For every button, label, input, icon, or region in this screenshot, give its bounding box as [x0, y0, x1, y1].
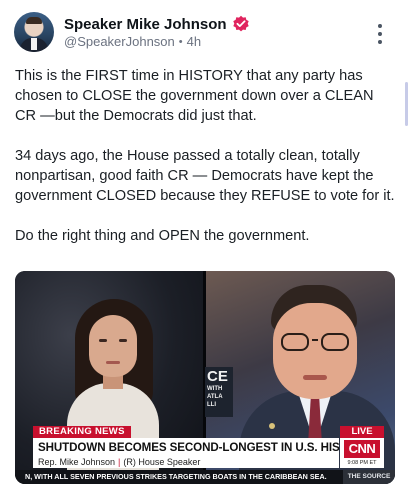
- backdrop-sign: CE WITH ATLA LLI: [205, 367, 233, 417]
- scrollbar-thumb[interactable]: [405, 82, 408, 126]
- guest-face: [273, 303, 357, 399]
- anchor-eye: [99, 339, 107, 342]
- meta-separator: •: [178, 35, 183, 48]
- anchor-mouth: [106, 361, 120, 364]
- broadcast-time: 9:08 PM ET: [347, 460, 377, 466]
- guest-name: Rep. Mike Johnson: [38, 457, 116, 467]
- news-ticker: N, WITH ALL SEVEN PREVIOUS STRIKES TARGE…: [15, 470, 395, 484]
- ticker-show-name: THE SOURCE: [343, 470, 395, 484]
- more-vertical-icon[interactable]: [376, 24, 384, 44]
- breaking-news-label: BREAKING NEWS: [33, 426, 131, 438]
- post-paragraph: This is the FIRST time in HISTORY that a…: [15, 68, 374, 124]
- network-bug: CNN 9:08 PM ET: [340, 438, 384, 468]
- avatar-hair: [26, 17, 42, 24]
- anchor-face: [89, 315, 137, 377]
- guest-title: (R) House Speaker: [123, 457, 201, 467]
- guest-glasses-lens: [321, 333, 349, 351]
- post-time[interactable]: 4h: [187, 34, 201, 49]
- guest-mouth: [303, 375, 327, 380]
- post-card: Speaker Mike Johnson @SpeakerJohnson • 4…: [0, 0, 410, 500]
- avatar-shirt: [31, 38, 37, 50]
- backdrop-sign-letters: CE: [207, 368, 228, 385]
- video-thumbnail[interactable]: CE WITH ATLA LLI BREAKING NEWS LIVE SHUT…: [15, 271, 395, 484]
- verified-badge-icon: [232, 15, 250, 33]
- author-avatar[interactable]: [14, 12, 54, 52]
- author-meta: @SpeakerJohnson • 4h: [64, 34, 201, 49]
- backdrop-sign-text: WITH ATLA LLI: [207, 386, 223, 408]
- guest-glasses-bridge: [312, 339, 318, 341]
- ticker-text: N, WITH ALL SEVEN PREVIOUS STRIKES TARGE…: [25, 472, 327, 481]
- guest-lapel-pin: [269, 423, 275, 429]
- cnn-logo-icon: CNN: [344, 440, 380, 458]
- guest-glasses-lens: [281, 333, 309, 351]
- chyron-headline: SHUTDOWN BECOMES SECOND-LONGEST IN U.S. …: [33, 438, 339, 457]
- chyron-subtitle: Rep. Mike Johnson | (R) House Speaker: [33, 457, 339, 468]
- author-name-row: Speaker Mike Johnson: [64, 14, 250, 34]
- post-paragraph: Do the right thing and OPEN the governme…: [15, 228, 310, 244]
- live-badge: LIVE: [340, 426, 384, 438]
- author-name[interactable]: Speaker Mike Johnson: [64, 16, 227, 33]
- post-header: Speaker Mike Johnson @SpeakerJohnson • 4…: [14, 10, 398, 54]
- author-handle[interactable]: @SpeakerJohnson: [64, 34, 175, 49]
- post-paragraph: 34 days ago, the House passed a totally …: [15, 148, 395, 204]
- post-body: This is the FIRST time in HISTORY that a…: [15, 66, 395, 266]
- anchor-eye: [119, 339, 127, 342]
